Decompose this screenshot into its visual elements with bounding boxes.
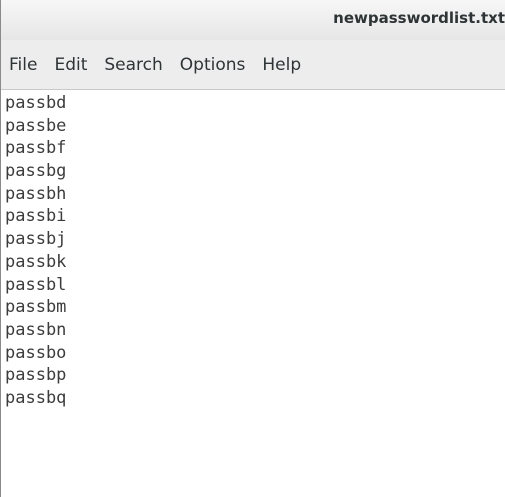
text-line: passbm bbox=[5, 297, 67, 318]
text-line: passbq bbox=[5, 387, 67, 408]
text-line: passbg bbox=[5, 161, 67, 182]
menu-help[interactable]: Help bbox=[262, 55, 301, 75]
title-bar[interactable]: newpasswordlist.txt bbox=[1, 0, 505, 40]
text-area[interactable]: passbd passbe passbf passbg passbh passb… bbox=[1, 90, 505, 497]
text-line: passbf bbox=[5, 138, 67, 159]
text-editor-window: newpasswordlist.txt File Edit Search Opt… bbox=[0, 0, 505, 497]
menu-search[interactable]: Search bbox=[104, 55, 162, 75]
text-line: passbl bbox=[5, 274, 67, 295]
text-line: passbi bbox=[5, 206, 67, 227]
window-title: newpasswordlist.txt bbox=[333, 9, 505, 27]
text-line: passbn bbox=[5, 319, 67, 340]
menu-file[interactable]: File bbox=[9, 55, 37, 75]
text-line: passbp bbox=[5, 365, 67, 386]
menu-bar: File Edit Search Options Help bbox=[1, 40, 505, 90]
text-line: passbo bbox=[5, 342, 67, 363]
text-line: passbh bbox=[5, 183, 67, 204]
text-line: passbe bbox=[5, 115, 67, 136]
text-line: passbk bbox=[5, 251, 67, 272]
menu-edit[interactable]: Edit bbox=[54, 55, 87, 75]
text-line: passbd bbox=[5, 93, 67, 113]
menu-options[interactable]: Options bbox=[180, 55, 246, 75]
text-line: passbj bbox=[5, 229, 67, 250]
